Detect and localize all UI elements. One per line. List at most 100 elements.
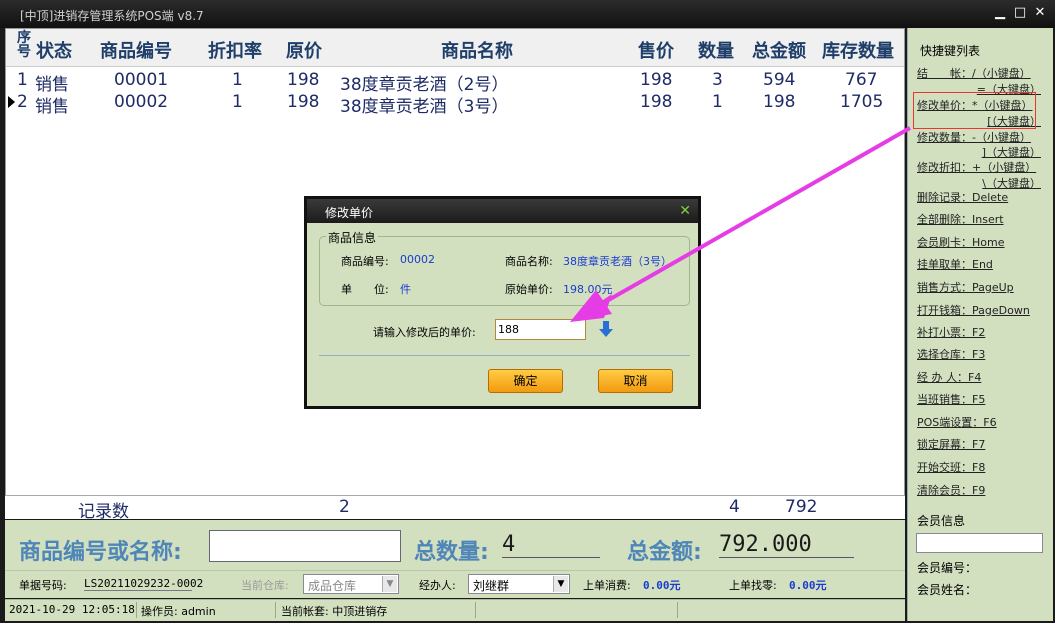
close-button[interactable]: ✕ <box>1031 4 1049 22</box>
cell-orig-price: 198 <box>287 70 320 90</box>
dialog-code-label: 商品编号: <box>341 255 389 268</box>
member-info-title: 会员信息 <box>917 514 966 528</box>
header-name: 商品名称 <box>441 41 513 62</box>
info-bar: 单据号码: LS20211029232-0002 当前仓库: 成品仓库 ▼ 经办… <box>5 570 905 598</box>
new-price-prompt: 请输入修改后的单价: <box>373 326 476 339</box>
cell-qty: 1 <box>712 92 723 112</box>
shortcut-warehouse[interactable]: 选择仓库：F3 <box>917 346 985 362</box>
dialog-separator <box>319 355 690 356</box>
arrow-down-icon[interactable] <box>599 321 613 337</box>
ok-button[interactable]: 确定 <box>488 369 563 393</box>
current-row-pointer-icon <box>8 96 15 108</box>
status-datetime: 2021-10-29 12:05:18 <box>9 603 135 616</box>
shortcut-sale-mode[interactable]: 销售方式：PageUp <box>917 279 1014 295</box>
totals-qty: 4 <box>729 497 740 517</box>
header-orig-price: 原价 <box>286 41 322 62</box>
totals-row: 记录数 2 4 792 <box>5 495 905 522</box>
total-amount-value: 792.000 <box>719 532 854 558</box>
chevron-down-icon: ▼ <box>553 576 568 592</box>
shortcut-shift-sales[interactable]: 当班销售：F5 <box>917 391 985 407</box>
maximize-button[interactable]: □ <box>1011 4 1029 22</box>
cell-price: 198 <box>640 70 673 90</box>
totals-label: 记录数 <box>78 502 129 522</box>
cell-total: 594 <box>763 70 796 90</box>
dialog-title-bar: 修改单价 ✕ <box>307 199 698 223</box>
shortcut-edit-qty[interactable]: 修改数量：-（小键盘） <box>917 129 1031 145</box>
header-stock: 库存数量 <box>822 41 894 62</box>
shortcut-clear-member[interactable]: 清除会员：F9 <box>917 482 985 498</box>
header-code: 商品编号 <box>100 41 172 62</box>
shortcut-open-drawer[interactable]: 打开钱箱：PageDown <box>917 302 1030 318</box>
header-seq: 序号 <box>17 30 31 60</box>
status-account: 当前帐套: 中顶进销存 <box>281 605 388 618</box>
new-price-input[interactable]: 188 <box>495 319 586 340</box>
header-total: 总金额 <box>752 41 806 62</box>
cell-seq: 2 <box>17 92 28 112</box>
dialog-unit-value: 件 <box>400 283 411 296</box>
edit-price-dialog: 修改单价 ✕ 商品信息 商品编号: 00002 商品名称: 38度章贡老酒（3号… <box>304 196 701 409</box>
warehouse-select[interactable]: 成品仓库 ▼ <box>303 574 399 594</box>
shortcut-delete[interactable]: 删除记录：Delete <box>917 189 1008 205</box>
shortcut-hold-order[interactable]: 挂单取单：End <box>917 256 993 272</box>
header-status: 状态 <box>36 41 72 62</box>
handler-value: 刘继群 <box>473 579 510 593</box>
dialog-orig-price-value: 198.00元 <box>563 283 613 296</box>
cell-stock: 1705 <box>840 92 884 112</box>
dialog-orig-price-label: 原始单价: <box>505 283 553 296</box>
header-price: 售价 <box>638 41 674 62</box>
warehouse-value: 成品仓库 <box>308 579 357 593</box>
table-row[interactable]: 2 销售 00002 1 198 38度章贡老酒（3号） 198 1 198 1… <box>6 91 904 117</box>
totals-count: 2 <box>339 497 350 517</box>
shortcut-reprint[interactable]: 补打小票：F2 <box>917 324 985 340</box>
cell-total: 198 <box>763 92 796 112</box>
shortcut-pos-settings[interactable]: POS端设置：F6 <box>917 414 997 430</box>
dialog-name-value: 38度章贡老酒（3号） <box>563 255 672 268</box>
entry-bar: 商品编号或名称: 总数量: 4 总金额: 792.000 <box>5 520 905 570</box>
handler-label: 经办人: <box>419 579 456 592</box>
cancel-button[interactable]: 取消 <box>598 369 673 393</box>
cell-seq: 1 <box>17 70 28 90</box>
total-qty-value: 4 <box>502 532 600 558</box>
cell-qty: 3 <box>712 70 723 90</box>
cell-name: 38度章贡老酒（3号） <box>340 97 509 117</box>
cell-stock: 767 <box>845 70 878 90</box>
shortcut-edit-discount[interactable]: 修改折扣：+（小键盘） <box>917 159 1036 175</box>
doc-number-label: 单据号码: <box>19 579 67 592</box>
total-amount-label: 总金额: <box>627 540 702 565</box>
warehouse-label: 当前仓库: <box>241 579 289 592</box>
table-row[interactable]: 1 销售 00001 1 198 38度章贡老酒（2号） 198 3 594 7… <box>6 69 904 95</box>
cell-code: 00002 <box>114 92 169 112</box>
dialog-close-icon[interactable]: ✕ <box>679 203 691 219</box>
status-operator: 操作员: admin <box>141 605 216 618</box>
dialog-name-label: 商品名称: <box>505 255 553 268</box>
cell-code: 00001 <box>114 70 169 90</box>
status-bar: 2021-10-29 12:05:18 操作员: admin 当前帐套: 中顶进… <box>5 599 905 621</box>
cell-status: 销售 <box>35 97 69 117</box>
last-spend-label: 上单消费: <box>583 579 631 592</box>
product-code-input[interactable] <box>209 530 401 562</box>
shortcut-handover[interactable]: 开始交班：F8 <box>917 459 985 475</box>
shortcut-delete-all[interactable]: 全部删除：Insert <box>917 211 1004 227</box>
total-qty-label: 总数量: <box>414 540 489 565</box>
handler-select[interactable]: 刘继群 ▼ <box>468 574 570 594</box>
last-change-value: 0.00元 <box>789 579 827 592</box>
shortcut-member-card[interactable]: 会员刷卡：Home <box>917 234 1004 250</box>
shortcut-lock-screen[interactable]: 锁定屏幕：F7 <box>917 436 985 452</box>
cell-price: 198 <box>640 92 673 112</box>
shortcut-title: 快捷键列表 <box>920 44 981 58</box>
title-bar: [中顶]进销存管理系统POS端 v8.7 ▁ □ ✕ <box>0 0 1055 28</box>
header-qty: 数量 <box>698 41 734 62</box>
dialog-unit-label: 单 位: <box>341 283 389 296</box>
member-card-input[interactable] <box>916 533 1043 553</box>
product-info-group: 商品信息 商品编号: 00002 商品名称: 38度章贡老酒（3号） 单 位: … <box>319 229 690 306</box>
cell-discount: 1 <box>232 70 243 90</box>
last-change-label: 上单找零: <box>729 579 777 592</box>
shortcut-edit-qty-alt[interactable]: ]（大键盘） <box>917 144 1041 160</box>
product-info-title: 商品信息 <box>326 229 379 246</box>
minimize-button[interactable]: ▁ <box>991 4 1009 22</box>
shortcut-handler[interactable]: 经 办 人：F4 <box>917 369 981 385</box>
dialog-code-value: 00002 <box>400 253 435 266</box>
window-title: [中顶]进销存管理系统POS端 v8.7 <box>20 9 204 23</box>
cell-orig-price: 198 <box>287 92 320 112</box>
shortcut-checkout[interactable]: 结 帐：/（小键盘） <box>917 65 1031 81</box>
